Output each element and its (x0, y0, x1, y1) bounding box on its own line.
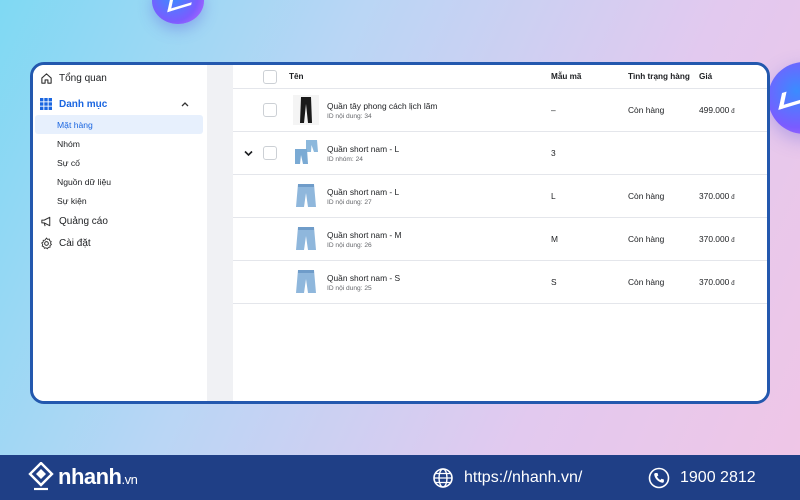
col-header-name[interactable]: Tên (289, 72, 551, 81)
sidebar-subitem-events[interactable]: Sự kiện (33, 191, 207, 210)
price-value: 370.000 (699, 191, 730, 201)
chevron-up-icon[interactable] (181, 99, 189, 109)
sidebar-subitem-data-sources[interactable]: Nguồn dữ liệu (33, 172, 207, 191)
table-row[interactable]: Quần short nam - S ID nội dung: 25 S Còn… (233, 261, 767, 304)
col-header-price[interactable]: Giá (699, 72, 767, 81)
status-cell: Còn hàng (628, 191, 665, 201)
table-header: Tên Mẫu mã Tình trạng hàng Giá (233, 65, 767, 89)
denim-shorts-thumbnail (293, 267, 319, 297)
sidebar-subitem-label: Nguồn dữ liệu (57, 176, 112, 187)
group-id: ID nhóm: 24 (327, 155, 363, 163)
sidebar-subitem-items[interactable]: Mặt hàng (35, 115, 203, 134)
table-row[interactable]: Quần tây phong cách lịch lãm ID nội dung… (233, 89, 767, 132)
gear-icon (39, 236, 53, 250)
messenger-icon-top (152, 0, 204, 24)
sidebar: Tổng quan Danh mục Mặt hàng Nhóm Sự cố N… (33, 65, 207, 401)
denim-shorts-thumbnail (293, 224, 319, 254)
col-header-status[interactable]: Tình trạng hàng (628, 72, 699, 81)
sidebar-item-label: Quảng cáo (59, 215, 108, 227)
megaphone-icon (39, 214, 53, 228)
sidebar-subitem-label: Mặt hàng (57, 119, 93, 130)
sidebar-item-ads[interactable]: Quảng cáo (33, 210, 207, 232)
price-cell: 499.000 đ (699, 105, 767, 115)
product-name[interactable]: Quần short nam - L (327, 144, 399, 154)
messenger-icon-right (768, 62, 800, 134)
sidebar-item-settings[interactable]: Cài đặt (33, 232, 207, 254)
currency: đ (731, 238, 735, 244)
content-gutter (207, 65, 233, 401)
variant-count-cell: 3 (551, 148, 556, 158)
product-name[interactable]: Quần tây phong cách lịch lãm (327, 101, 437, 111)
items-table: Tên Mẫu mã Tình trạng hàng Giá Quần tây … (233, 65, 767, 401)
price-cell: 370.000 đ (699, 277, 767, 287)
sidebar-item-label: Danh mục (59, 98, 108, 110)
currency: đ (731, 109, 735, 115)
sidebar-item-overview[interactable]: Tổng quan (33, 67, 207, 89)
app-window: Tổng quan Danh mục Mặt hàng Nhóm Sự cố N… (30, 62, 770, 404)
variant-cell: S (551, 277, 557, 287)
table-row-group[interactable]: Quần short nam - L ID nhóm: 24 3 (233, 132, 767, 175)
sidebar-subitem-issues[interactable]: Sự cố (33, 153, 207, 172)
product-id: ID nội dung: 34 (327, 112, 372, 120)
sidebar-subitem-groups[interactable]: Nhóm (33, 134, 207, 153)
brand-name: nhanh.vn (58, 464, 138, 490)
sidebar-item-label: Cài đặt (59, 237, 91, 249)
row-checkbox[interactable] (263, 103, 277, 117)
variant-cell: L (551, 191, 556, 201)
phone-number: 1900 2812 (680, 469, 756, 486)
sidebar-subitem-label: Sự cố (57, 157, 80, 168)
brand-word: nhanh (58, 464, 122, 489)
price-value: 370.000 (699, 234, 730, 244)
chevron-down-icon[interactable] (233, 150, 263, 157)
product-name[interactable]: Quần short nam - S (327, 273, 400, 283)
sidebar-item-catalog[interactable]: Danh mục (33, 93, 207, 115)
phone-icon (648, 467, 670, 489)
price-value: 499.000 (699, 105, 730, 115)
table-row[interactable]: Quần short nam - L ID nội dung: 27 L Còn… (233, 175, 767, 218)
select-all-checkbox[interactable] (263, 69, 277, 84)
table-row[interactable]: Quần short nam - M ID nội dung: 26 M Còn… (233, 218, 767, 261)
price-cell: 370.000 đ (699, 191, 767, 201)
sidebar-subitem-label: Nhóm (57, 138, 80, 149)
brand-logo[interactable]: nhanh.vn (28, 462, 138, 492)
shorts-group-thumbnail (293, 138, 319, 168)
price-value: 370.000 (699, 277, 730, 287)
product-name[interactable]: Quần short nam - L (327, 187, 399, 197)
sidebar-subitem-label: Sự kiện (57, 195, 87, 206)
currency: đ (731, 281, 735, 287)
product-id: ID nội dung: 25 (327, 284, 372, 292)
price-cell: 370.000 đ (699, 234, 767, 244)
product-name[interactable]: Quần short nam - M (327, 230, 401, 240)
status-cell: Còn hàng (628, 277, 665, 287)
footer-bar: nhanh.vn https://nhanh.vn/ 1900 2812 (0, 455, 800, 500)
sidebar-item-label: Tổng quan (59, 72, 107, 84)
home-icon (39, 71, 53, 85)
grid-icon (39, 97, 53, 111)
variant-cell: – (551, 105, 556, 115)
hotline[interactable]: 1900 2812 (648, 467, 756, 489)
product-id: ID nội dung: 27 (327, 198, 372, 206)
globe-icon (433, 468, 453, 488)
variant-cell: M (551, 234, 558, 244)
product-id: ID nội dung: 26 (327, 241, 372, 249)
status-cell: Còn hàng (628, 105, 665, 115)
brand-domain: .vn (121, 472, 138, 487)
denim-shorts-thumbnail (293, 181, 319, 211)
col-header-variant[interactable]: Mẫu mã (551, 72, 628, 81)
website-text: https://nhanh.vn/ (464, 469, 583, 486)
nhanh-logo-icon (28, 462, 54, 491)
website-link[interactable]: https://nhanh.vn/ (432, 467, 582, 489)
currency: đ (731, 195, 735, 201)
status-cell: Còn hàng (628, 234, 665, 244)
black-trousers-thumbnail (293, 95, 319, 125)
row-checkbox[interactable] (263, 146, 277, 160)
